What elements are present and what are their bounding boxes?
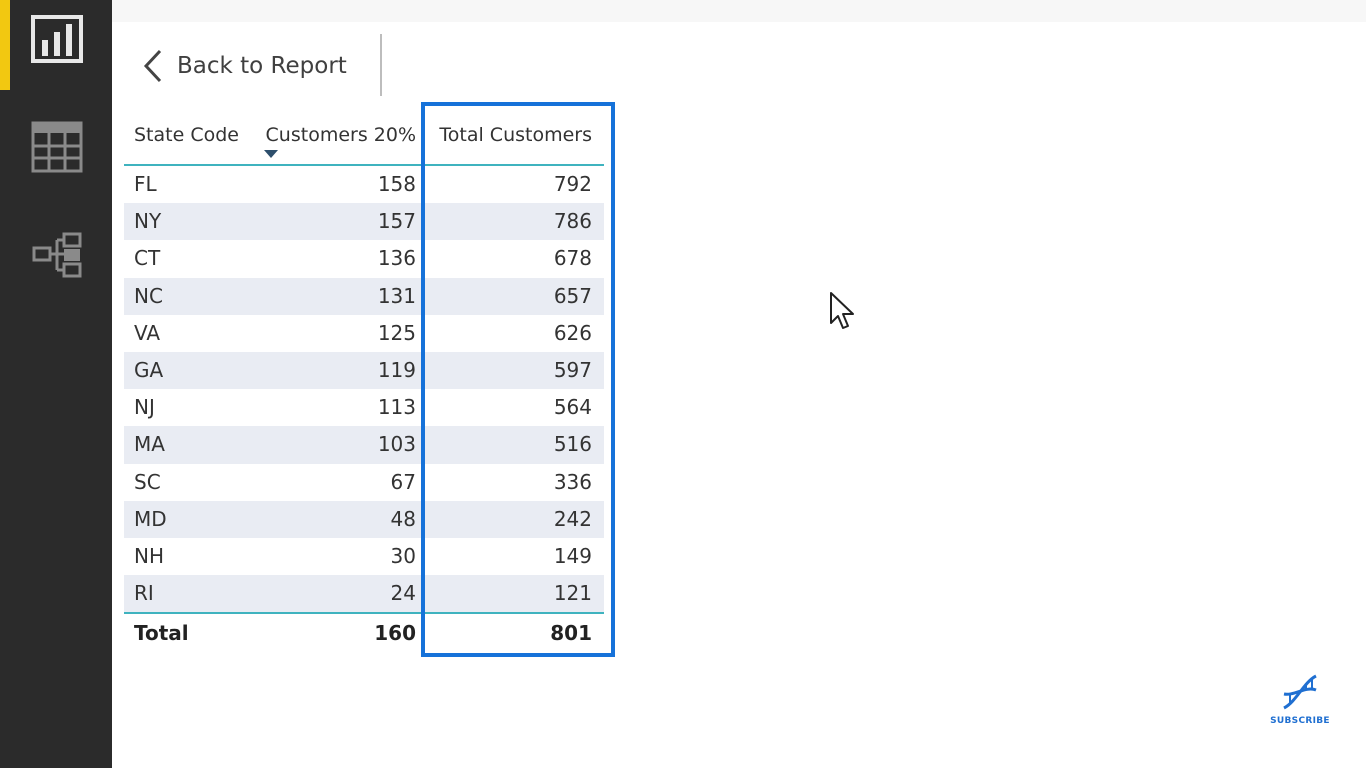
relationships-icon (32, 232, 82, 278)
table-body: FL 158 792 NY 157 786 CT 136 678 NC 131 657 VA 125 626… (124, 166, 604, 613)
cell-state-code: VA (134, 320, 161, 345)
cell-customers-20: 131 (377, 283, 416, 308)
dna-icon (1283, 674, 1317, 710)
nav-model-view[interactable] (30, 228, 84, 282)
cell-total-customers: 678 (553, 246, 592, 271)
cell-customers-20: 24 (390, 581, 416, 606)
table-row[interactable]: NJ 113 564 (124, 389, 604, 426)
header-state-code[interactable]: State Code (134, 124, 239, 146)
cell-state-code: MD (134, 506, 167, 531)
cell-total-customers: 657 (553, 283, 592, 308)
cell-customers-20: 158 (377, 172, 416, 196)
table-row[interactable]: MA 103 516 (124, 426, 604, 464)
table-header: State Code Customers 20% Total Customers (124, 110, 604, 166)
table-row[interactable]: SC 67 336 (124, 464, 604, 501)
cell-total-customers: 597 (553, 357, 592, 382)
back-to-report-button[interactable]: Back to Report (143, 44, 347, 88)
table-row[interactable]: FL 158 792 (124, 166, 604, 203)
bar-chart-icon (31, 15, 83, 63)
cell-state-code: RI (134, 581, 154, 606)
table-row[interactable]: RI 24 121 (124, 575, 604, 613)
matrix-table: State Code Customers 20% Total Customers… (124, 110, 604, 654)
cell-customers-20: 136 (377, 246, 416, 271)
table-grid-icon (31, 121, 83, 173)
cell-customers-20: 157 (377, 209, 416, 234)
divider (380, 34, 382, 96)
total-total-customers: 801 (550, 621, 592, 646)
cell-total-customers: 121 (553, 581, 592, 606)
cell-total-customers: 626 (553, 320, 592, 345)
cell-total-customers: 786 (553, 209, 592, 234)
left-nav-rail (0, 0, 112, 768)
cell-total-customers: 336 (553, 469, 592, 494)
cell-total-customers: 149 (553, 543, 592, 568)
cell-state-code: NY (134, 209, 162, 234)
cell-total-customers: 516 (553, 432, 592, 457)
table-row[interactable]: MD 48 242 (124, 500, 604, 538)
cell-customers-20: 119 (377, 357, 416, 382)
total-label: Total (134, 621, 189, 646)
table-row[interactable]: NC 131 657 (124, 277, 604, 315)
cell-customers-20: 103 (377, 432, 416, 457)
cell-state-code: SC (134, 469, 161, 494)
cell-state-code: NC (134, 283, 163, 308)
table-row[interactable]: VA 125 626 (124, 315, 604, 352)
cell-customers-20: 113 (377, 395, 416, 420)
header-customers-20[interactable]: Customers 20% (266, 124, 416, 146)
top-strip (112, 0, 1366, 22)
cell-state-code: GA (134, 357, 164, 382)
total-customers-20: 160 (374, 621, 416, 646)
nav-report-view[interactable] (30, 14, 84, 68)
back-to-report-label: Back to Report (177, 53, 347, 79)
table-row[interactable]: NH 30 149 (124, 538, 604, 575)
sort-descending-icon[interactable] (264, 150, 278, 158)
table-row[interactable]: NY 157 786 (124, 203, 604, 241)
active-view-indicator (0, 0, 10, 90)
cell-total-customers: 792 (553, 172, 592, 196)
cell-total-customers: 564 (553, 395, 592, 420)
table-total-row: Total 160 801 (124, 612, 604, 654)
subscribe-badge[interactable]: SUBSCRIBE (1268, 672, 1332, 726)
table-row[interactable]: CT 136 678 (124, 240, 604, 277)
cell-customers-20: 30 (390, 543, 416, 568)
subscribe-label: SUBSCRIBE (1270, 716, 1330, 726)
cell-customers-20: 67 (390, 469, 416, 494)
mouse-cursor-icon (830, 292, 854, 329)
cell-state-code: NH (134, 543, 164, 568)
cell-total-customers: 242 (553, 506, 592, 531)
header-total-customers[interactable]: Total Customers (439, 124, 592, 146)
table-row[interactable]: GA 119 597 (124, 351, 604, 390)
cell-state-code: FL (134, 172, 157, 196)
cell-customers-20: 125 (377, 320, 416, 345)
chevron-left-icon (143, 49, 162, 83)
nav-data-view[interactable] (30, 120, 84, 174)
cell-state-code: NJ (134, 395, 155, 420)
cell-customers-20: 48 (390, 506, 416, 531)
cell-state-code: MA (134, 432, 165, 457)
cell-state-code: CT (134, 246, 161, 271)
